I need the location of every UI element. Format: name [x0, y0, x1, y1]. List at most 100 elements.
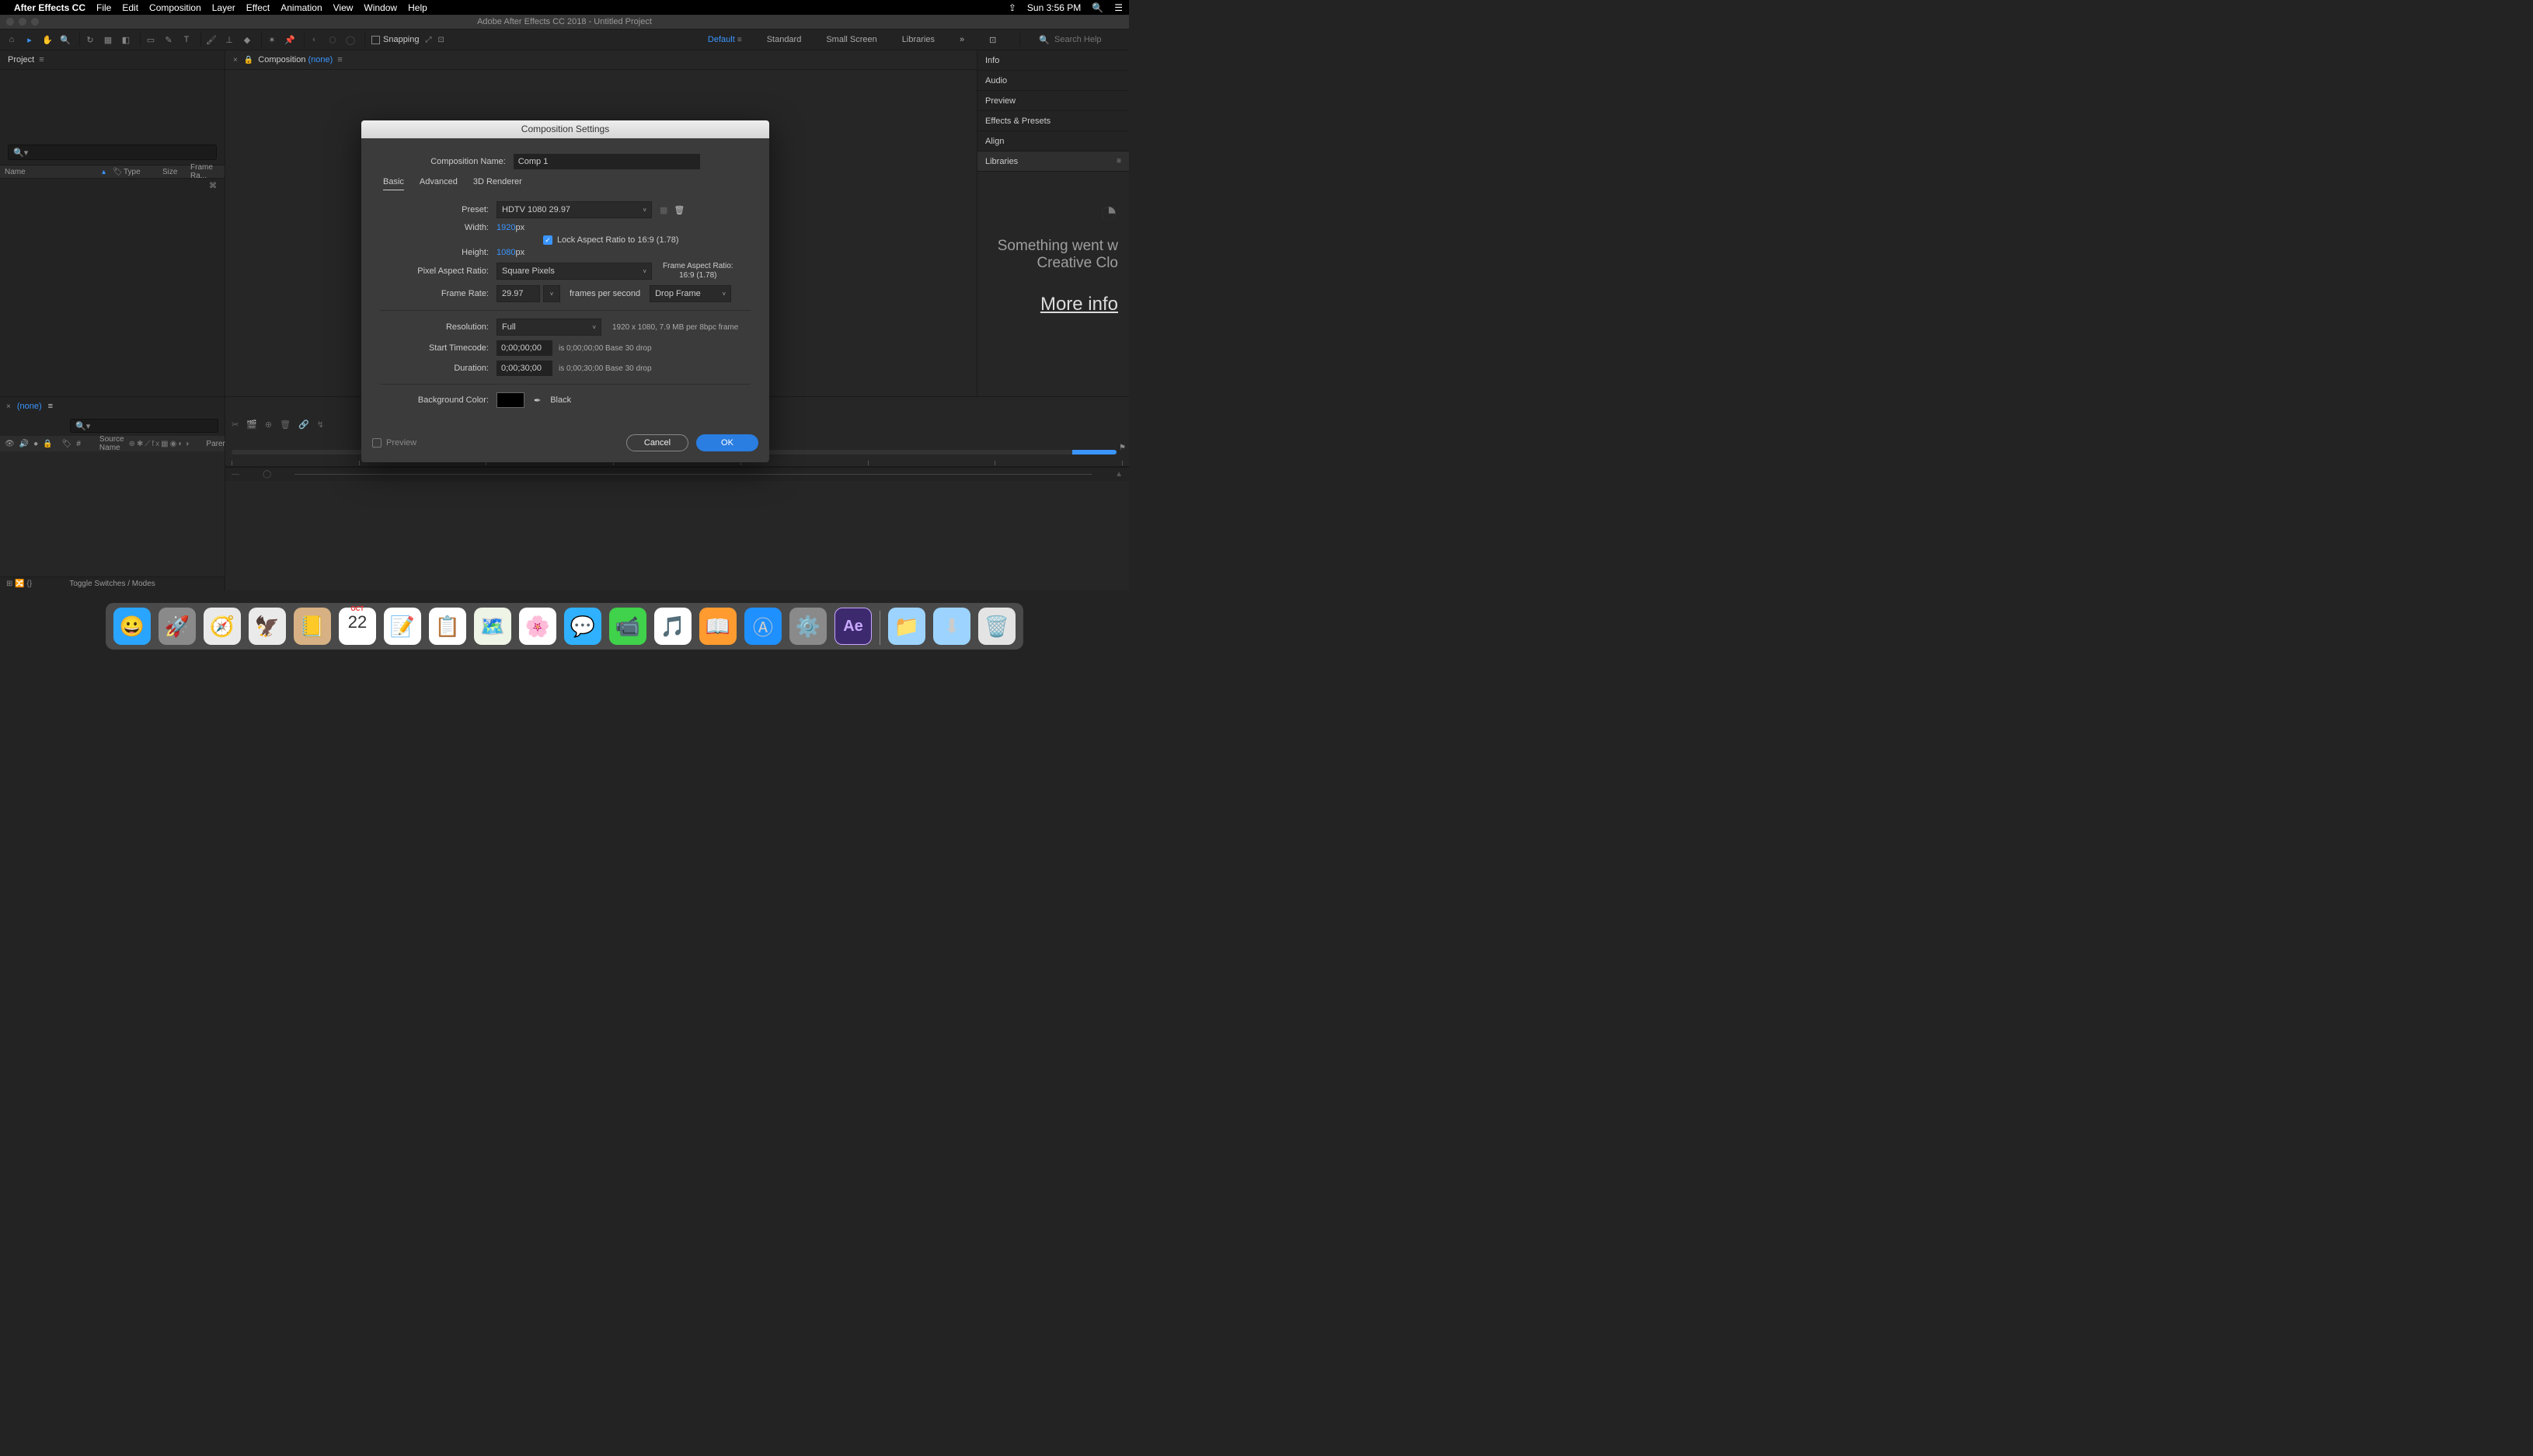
workspace-libraries[interactable]: Libraries	[897, 35, 939, 44]
libraries-more-info-link[interactable]: More info	[988, 294, 1118, 315]
dock-reminders-icon[interactable]: 📋	[429, 608, 466, 645]
av-toggle-icon[interactable]: 👁	[5, 440, 15, 448]
menu-effect[interactable]: Effect	[246, 2, 270, 13]
menu-edit[interactable]: Edit	[122, 2, 138, 13]
comp-tab-lock-icon[interactable]: 🔒	[244, 56, 253, 64]
menu-animation[interactable]: Animation	[280, 2, 322, 13]
timeline-tab[interactable]: × (none) ≡	[0, 397, 225, 416]
solo-toggle-icon[interactable]: ●	[33, 440, 38, 448]
col-name[interactable]: Name	[0, 168, 97, 176]
dock-maps-icon[interactable]: 🗺️	[474, 608, 511, 645]
timeline-tab-close-icon[interactable]: ×	[6, 402, 11, 411]
hand-tool-icon[interactable]: ✋	[40, 33, 54, 47]
dock-notes-icon[interactable]: 📝	[384, 608, 421, 645]
tl-tool-3-icon[interactable]: ⊕	[265, 420, 272, 430]
dock-finder-icon[interactable]: 😀	[113, 608, 151, 645]
snap-option-2-icon[interactable]: ⊡	[438, 36, 444, 44]
start-timecode-input[interactable]	[496, 340, 552, 356]
menu-file[interactable]: File	[96, 2, 111, 13]
framerate-dropdown-icon[interactable]: ˅	[543, 285, 560, 302]
workspace-standard[interactable]: Standard	[762, 35, 807, 44]
height-value[interactable]: 1080	[496, 248, 515, 257]
dock-applications-icon[interactable]: 📁	[888, 608, 925, 645]
lock-aspect-checkbox[interactable]: ✓	[543, 235, 552, 245]
bg-color-swatch[interactable]	[496, 392, 524, 408]
selection-tool-icon[interactable]: ▸	[23, 33, 37, 47]
tl-tool-5-icon[interactable]: 🔗	[298, 420, 309, 430]
timeline-layer-area[interactable]	[0, 451, 225, 576]
label-col-icon[interactable]: 🏷	[62, 440, 72, 448]
rectangle-tool-icon[interactable]: ▭	[144, 33, 158, 47]
dock-appstore-icon[interactable]: Ⓐ	[744, 608, 782, 645]
brush-tool-icon[interactable]: 🖌	[204, 33, 218, 47]
menu-layer[interactable]: Layer	[212, 2, 235, 13]
par-select[interactable]: Square Pixels˅	[496, 263, 652, 280]
dock-launchpad-icon[interactable]: 🚀	[159, 608, 196, 645]
camera-tool-icon[interactable]: ▦	[101, 33, 115, 47]
width-value[interactable]: 1920	[496, 223, 515, 232]
orbit-tool-icon[interactable]: ↻	[83, 33, 97, 47]
notification-icon[interactable]: ⇪	[1009, 2, 1016, 13]
tag-icon[interactable]: 🏷	[108, 168, 119, 176]
zoom-tool-icon[interactable]: 🔍	[58, 33, 72, 47]
traffic-lights[interactable]	[6, 18, 39, 26]
snap-option-1-icon[interactable]: ⤢	[426, 36, 432, 44]
clone-tool-icon[interactable]: ⊥	[222, 33, 236, 47]
dock-contacts-icon[interactable]: 📒	[294, 608, 331, 645]
duration-input[interactable]	[496, 361, 552, 376]
libraries-menu-icon[interactable]: ≡	[1117, 157, 1121, 165]
cancel-button[interactable]: Cancel	[626, 434, 688, 451]
toggle-switches-modes[interactable]: Toggle Switches / Modes	[69, 580, 155, 588]
dialog-tab-3d-renderer[interactable]: 3D Renderer	[473, 177, 522, 190]
col-source[interactable]: Source Name	[99, 435, 124, 452]
timeline-tab-name[interactable]: (none)	[17, 402, 42, 411]
pan-behind-tool-icon[interactable]: ◧	[119, 33, 133, 47]
timeline-marker-icon[interactable]: ⚑	[1119, 444, 1126, 452]
dock-calendar-icon[interactable]: OCT22	[339, 608, 376, 645]
panel-preview[interactable]: Preview	[977, 91, 1129, 111]
app-name[interactable]: After Effects CC	[14, 2, 85, 13]
col-type[interactable]: Type	[119, 168, 158, 176]
puppet-tool-icon[interactable]: 📌	[283, 33, 297, 47]
workspace-default[interactable]: Default ≡	[703, 35, 747, 44]
comp-tab-name[interactable]: (none)	[308, 55, 333, 64]
eraser-tool-icon[interactable]: ◆	[240, 33, 254, 47]
workspace-more-icon[interactable]: »	[955, 35, 969, 44]
dock-mail-icon[interactable]: 🦅	[249, 608, 286, 645]
preset-save-icon[interactable]: ▦	[660, 205, 667, 215]
timeline-search[interactable]: 🔍▾	[70, 419, 218, 433]
type-tool-icon[interactable]: T	[179, 33, 193, 47]
col-size[interactable]: Size	[158, 168, 186, 176]
composition-panel-tab[interactable]: × 🔒 Composition (none) ≡	[225, 51, 977, 70]
audio-toggle-icon[interactable]: 🔊	[19, 440, 29, 448]
project-search[interactable]: 🔍▾	[8, 145, 217, 160]
resolution-select[interactable]: Full˅	[496, 319, 601, 336]
lock-toggle-icon[interactable]: 🔒	[43, 440, 52, 448]
help-search-input[interactable]	[1054, 35, 1124, 44]
spotlight-icon[interactable]: 🔍	[1092, 2, 1103, 13]
comp-panel-menu-icon[interactable]: ≡	[337, 55, 342, 64]
tl-tool-6-icon[interactable]: ↯	[317, 420, 324, 430]
snapping-checkbox[interactable]	[371, 36, 380, 44]
tl-zoom-handle-icon[interactable]: ◯	[263, 470, 271, 479]
clock[interactable]: Sun 3:56 PM	[1027, 2, 1081, 13]
comp-name-input[interactable]	[514, 154, 700, 169]
project-panel-menu-icon[interactable]: ≡	[39, 55, 44, 64]
dialog-tab-basic[interactable]: Basic	[383, 177, 404, 190]
dock-trash-icon[interactable]: 🗑️	[978, 608, 1016, 645]
project-panel-tab[interactable]: Project ≡	[0, 51, 225, 70]
tl-tool-2-icon[interactable]: 🎬	[246, 420, 257, 430]
preset-delete-icon[interactable]: 🗑	[674, 205, 685, 215]
panel-info[interactable]: Info	[977, 51, 1129, 71]
ok-button[interactable]: OK	[696, 434, 758, 451]
menu-window[interactable]: Window	[364, 2, 397, 13]
panel-effects-presets[interactable]: Effects & Presets	[977, 111, 1129, 131]
timeline-panel-menu-icon[interactable]: ≡	[48, 402, 53, 411]
flowchart-icon[interactable]: ⌘	[0, 179, 225, 193]
panel-audio[interactable]: Audio	[977, 71, 1129, 91]
tl-tool-4-icon[interactable]: 🗑	[280, 420, 291, 430]
dropframe-select[interactable]: Drop Frame˅	[650, 285, 731, 302]
panel-align[interactable]: Align	[977, 131, 1129, 152]
help-search[interactable]: 🔍	[1039, 35, 1124, 45]
panel-libraries[interactable]: Libraries ≡	[977, 152, 1129, 172]
